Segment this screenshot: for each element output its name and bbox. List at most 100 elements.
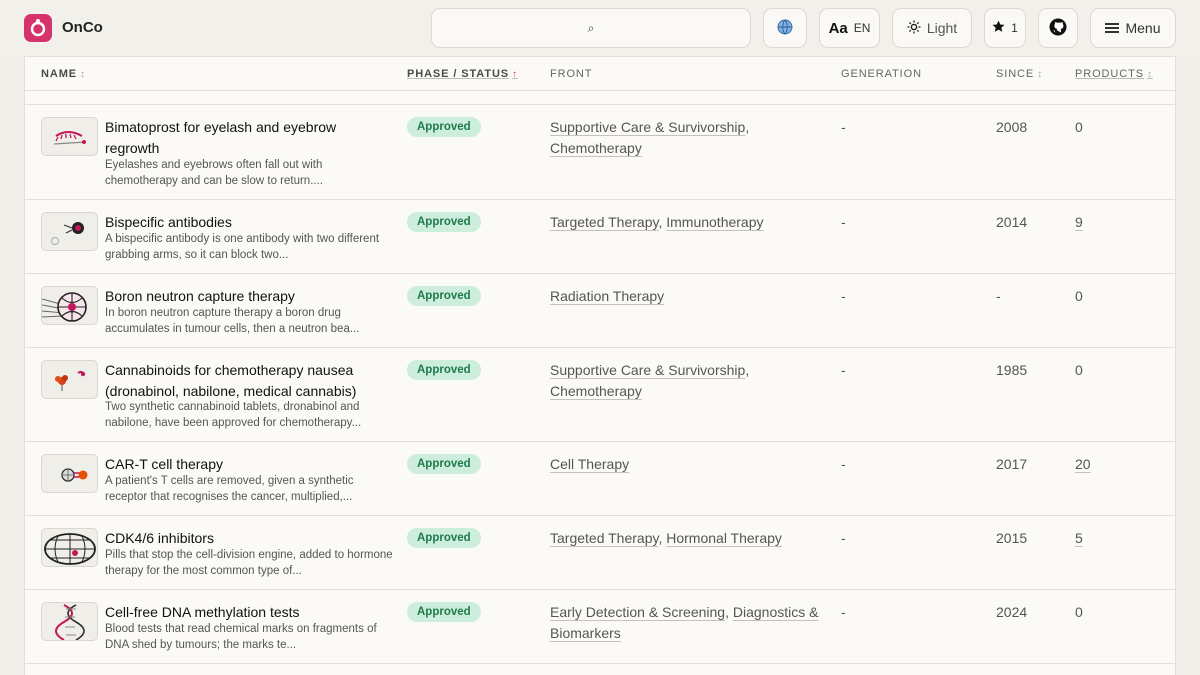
column-header-name[interactable]: NAME ↕ [41, 68, 86, 80]
treatment-description: Blood tests that read chemical marks on … [105, 623, 377, 651]
generation-cell: - [841, 288, 846, 304]
front-link[interactable]: Targeted Therapy [550, 530, 658, 546]
status-badge: Approved [407, 602, 481, 622]
generation-cell: - [841, 362, 846, 378]
treatment-thumbnail [41, 117, 98, 156]
front-link[interactable]: Supportive Care & Survivorship [550, 362, 745, 378]
treatment-description: Two synthetic cannabinoid tablets, drona… [105, 401, 362, 429]
since-cell: 2024 [996, 604, 1028, 620]
favorites-count: 1 [1011, 21, 1018, 35]
language-code: EN [853, 21, 871, 35]
column-header-since[interactable]: SINCE ↕ [996, 68, 1043, 80]
globe-icon [777, 19, 793, 38]
generation-cell: - [841, 604, 846, 620]
status-badge: Approved [407, 528, 481, 548]
table-row[interactable]: Bimatoprost for eyelash and eyebrow regr… [25, 105, 1175, 200]
treatment-title[interactable]: CAR-T cell therapy [105, 454, 390, 475]
generation-cell: - [841, 456, 846, 472]
front-cell: Targeted Therapy, Immunotherapy [550, 214, 764, 230]
treatment-thumbnail [41, 286, 98, 325]
front-link[interactable]: Chemotherapy [550, 140, 642, 156]
front-link[interactable]: Hormonal Therapy [666, 530, 782, 546]
treatment-description: A patient's T cells are removed, given a… [105, 475, 354, 503]
table-row[interactable]: Cell-free DNA methylation tests Blood te… [25, 590, 1175, 664]
front-link[interactable]: Cell Therapy [550, 456, 629, 472]
column-header-front: FRONT [550, 68, 593, 80]
front-cell: Targeted Therapy, Hormonal Therapy [550, 530, 782, 546]
treatments-table: NAME ↕ PHASE / STATUS ↑ FRONT GENERATION S… [24, 56, 1176, 675]
theme-label: Light [926, 20, 958, 36]
language-globe-button[interactable] [763, 8, 807, 48]
search-icon: ⌕ [587, 20, 595, 35]
top-bar: OnCo ⌕ Aa EN Light 1 Menu [0, 0, 1200, 56]
table-row[interactable]: CAR-T cell therapy A patient's T cells a… [25, 442, 1175, 516]
treatment-title[interactable]: Bispecific antibodies [105, 212, 390, 233]
front-link[interactable]: Chemotherapy [550, 383, 642, 399]
treatment-thumbnail [41, 454, 98, 493]
status-badge: Approved [407, 360, 481, 380]
column-header-products[interactable]: PRODUCTS ↕ [1075, 68, 1153, 80]
products-cell[interactable]: 9 [1075, 212, 1083, 232]
menu-button[interactable]: Menu [1090, 8, 1176, 48]
treatment-title[interactable]: Boron neutron capture therapy [105, 286, 390, 307]
treatment-thumbnail [41, 602, 98, 641]
treatment-description: In boron neutron capture therapy a boron… [105, 307, 360, 335]
github-button[interactable] [1038, 8, 1078, 48]
favorites-button[interactable]: 1 [984, 8, 1026, 48]
generation-cell: - [841, 119, 846, 135]
front-link[interactable]: Early Detection & Screening [550, 604, 725, 620]
theme-toggle-button[interactable]: Light [892, 8, 972, 48]
treatment-thumbnail [41, 212, 98, 251]
front-cell: Radiation Therapy [550, 286, 825, 307]
since-cell: 2008 [996, 119, 1028, 135]
sort-ascending-icon: ↑ [512, 69, 518, 80]
front-link[interactable]: Radiation Therapy [550, 288, 664, 304]
status-badge: Approved [407, 286, 481, 306]
treatment-thumbnail [41, 528, 98, 567]
since-cell: 2014 [996, 214, 1028, 230]
products-cell[interactable]: 20 [1075, 454, 1091, 474]
treatment-thumbnail [41, 360, 98, 399]
treatment-title[interactable]: Cell-free DNA methylation tests [105, 602, 390, 623]
products-cell: 0 [1075, 288, 1083, 304]
treatment-description: A bispecific antibody is one antibody wi… [105, 233, 380, 261]
treatment-title[interactable]: Cannabinoids for chemotherapy nausea (dr… [105, 360, 390, 401]
sort-icon: ↕ [1037, 69, 1044, 80]
front-cell: Supportive Care & Survivorship, Chemothe… [550, 119, 750, 156]
since-cell: 2015 [996, 530, 1028, 546]
front-cell: Early Detection & Screening, Diagnostics… [550, 604, 819, 641]
logo-icon[interactable] [24, 14, 52, 42]
products-cell[interactable]: 5 [1075, 528, 1083, 548]
github-icon [1049, 18, 1067, 39]
products-cell: 0 [1075, 119, 1083, 135]
front-link[interactable]: Targeted Therapy [550, 214, 658, 230]
products-cell: 0 [1075, 362, 1083, 378]
table-row[interactable]: Boron neutron capture therapy In boron n… [25, 274, 1175, 348]
font-size-label: Aa [828, 19, 848, 37]
column-header-phase[interactable]: PHASE / STATUS ↑ [407, 68, 518, 80]
treatment-title[interactable]: Bimatoprost for eyelash and eyebrow regr… [105, 117, 390, 158]
status-badge: Approved [407, 454, 481, 474]
since-cell: 2017 [996, 456, 1028, 472]
search-input[interactable]: ⌕ [431, 8, 751, 48]
front-cell: Cell Therapy [550, 454, 825, 475]
hamburger-icon [1105, 23, 1120, 33]
table-row-partial [25, 91, 1175, 105]
table-row[interactable]: Bispecific antibodies A bispecific antib… [25, 200, 1175, 274]
front-link[interactable]: Immunotherapy [666, 214, 763, 230]
table-row[interactable]: CDK4/6 inhibitors Pills that stop the ce… [25, 516, 1175, 590]
front-cell: Supportive Care & Survivorship, Chemothe… [550, 362, 750, 399]
brand-name[interactable]: OnCo [62, 19, 103, 36]
font-language-button[interactable]: Aa EN [819, 8, 880, 48]
treatment-title[interactable]: CDK4/6 inhibitors [105, 528, 390, 549]
front-link[interactable]: Supportive Care & Survivorship [550, 119, 745, 135]
sun-icon [907, 20, 921, 37]
sort-icon: ↕ [1146, 69, 1153, 80]
star-icon [992, 20, 1005, 36]
treatment-description: Eyelashes and eyebrows often fall out wi… [105, 159, 323, 187]
table-row[interactable]: Cannabinoids for chemotherapy nausea (dr… [25, 348, 1175, 442]
products-cell: 0 [1075, 604, 1083, 620]
generation-cell: - [841, 214, 846, 230]
since-cell: - [996, 288, 1001, 304]
column-header-generation: GENERATION [841, 68, 922, 80]
